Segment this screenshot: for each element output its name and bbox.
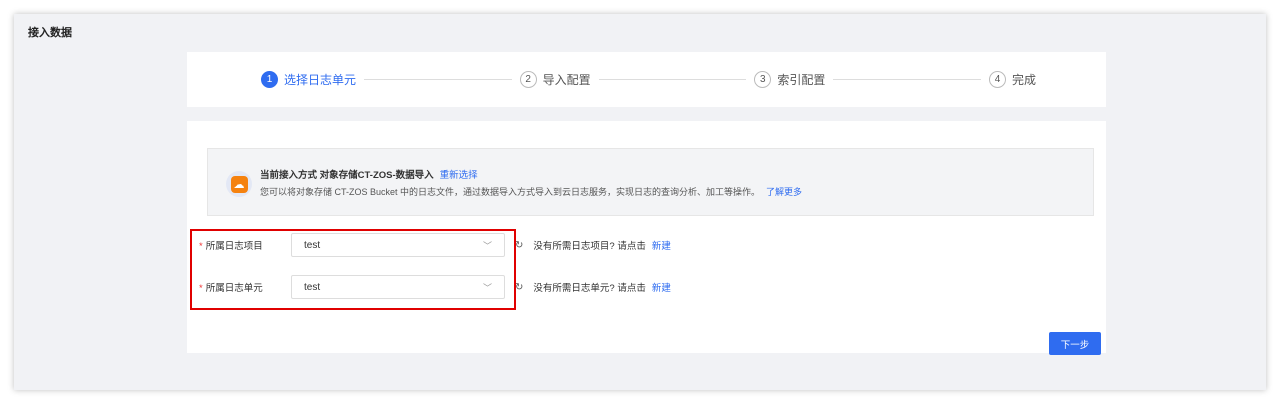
step-3: 3 索引配置	[754, 71, 825, 88]
refresh-icon[interactable]: ↻	[515, 240, 523, 251]
step-label: 选择日志单元	[284, 73, 357, 87]
reselect-link[interactable]: 重新选择	[440, 170, 478, 181]
hint-text: 没有所需日志单元? 请点击	[533, 283, 646, 294]
steps-bar: 1 选择日志单元 2 导入配置 3 索引配置 4 完成	[187, 52, 1106, 107]
page-title: 接入数据	[28, 27, 72, 39]
step-divider	[833, 79, 981, 80]
step-2: 2 导入配置	[519, 71, 591, 88]
hint-text: 没有所需日志项目? 请点击	[533, 241, 646, 252]
step-divider	[364, 79, 512, 80]
highlight-box	[190, 229, 516, 310]
step-divider	[598, 79, 747, 80]
step-number: 1	[261, 71, 278, 88]
step-label: 索引配置	[777, 73, 826, 87]
step-number: 4	[988, 71, 1006, 88]
access-method-text: 当前接入方式 对象存储CT-ZOS-数据导入	[260, 170, 434, 181]
step-number: 3	[754, 71, 772, 88]
main-panel: 接入数据 1 选择日志单元 2 导入配置 3 索引配置 4 完成 ☁ 当前接入方式 对象…	[14, 14, 1266, 390]
step-number: 2	[519, 71, 537, 88]
step-label: 导入配置	[542, 73, 591, 87]
access-method-info: ☁ 当前接入方式 对象存储CT-ZOS-数据导入 重新选择 您可以将对象存储 CT…	[207, 148, 1094, 216]
create-unit-link[interactable]: 新建	[652, 280, 671, 294]
step-1: 1 选择日志单元	[261, 71, 356, 88]
step-label: 完成	[1011, 73, 1036, 87]
access-method-desc: 您可以将对象存储 CT-ZOS Bucket 中的日志文件，通过数据导入方式导入…	[260, 187, 761, 197]
refresh-icon[interactable]: ↻	[515, 282, 523, 293]
create-project-link[interactable]: 新建	[652, 238, 671, 252]
step-4: 4 完成	[988, 71, 1036, 88]
cloud-upload-icon: ☁	[226, 171, 252, 197]
next-button[interactable]: 下一步	[1049, 332, 1101, 355]
learn-more-link[interactable]: 了解更多	[766, 187, 802, 197]
